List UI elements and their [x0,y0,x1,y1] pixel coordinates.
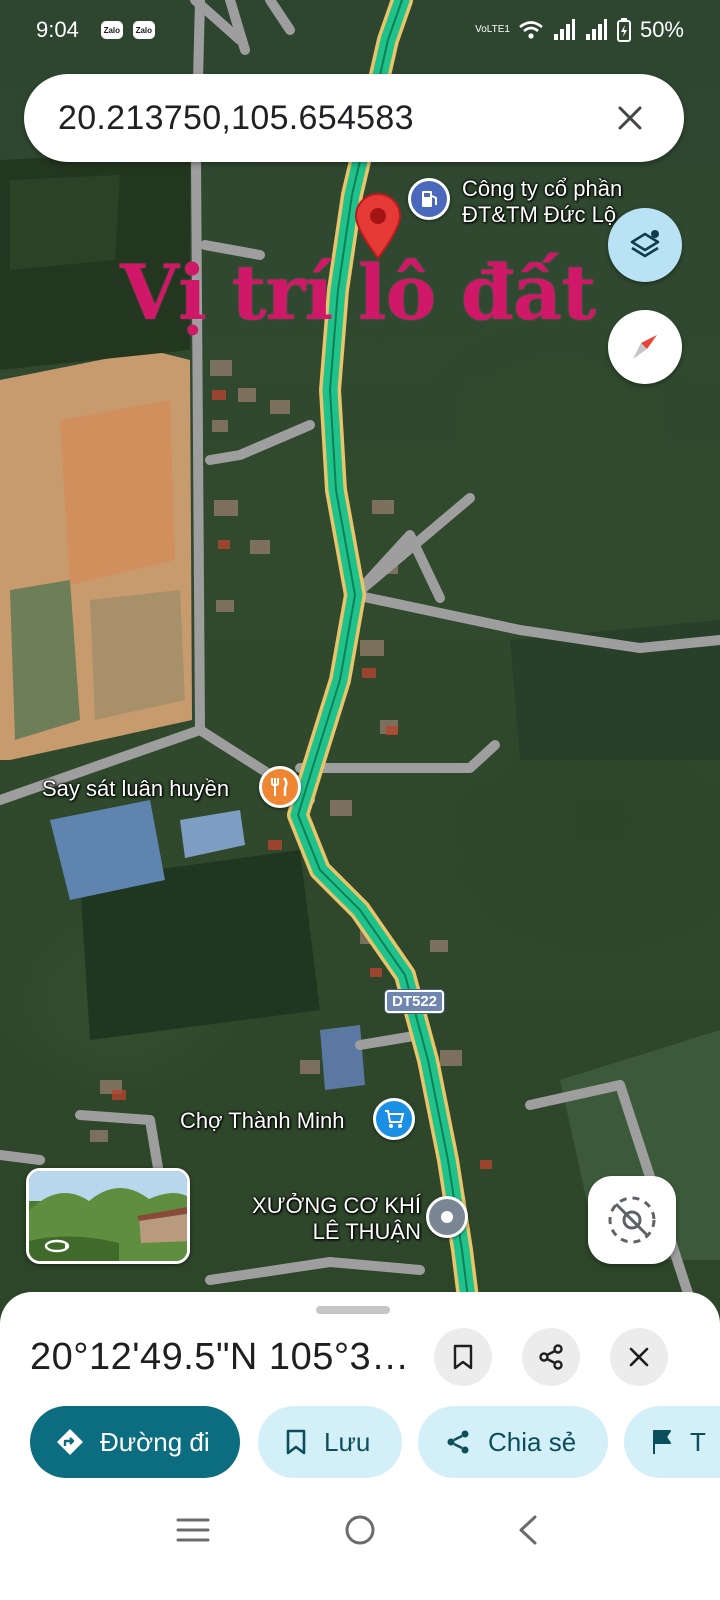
overlay-title-text: Vị trí lô đất [120,248,596,337]
bookmark-icon [453,1344,473,1370]
route-badge: DT522 [385,990,445,1013]
share-button[interactable]: Chia sẻ [418,1406,608,1478]
close-icon[interactable] [610,98,650,138]
street-view-thumbnail[interactable] [26,1168,190,1264]
save-button[interactable]: Lưu [258,1406,402,1478]
flag-icon [650,1428,674,1456]
zalo-notification-icon: Zalo [100,21,123,39]
close-icon [629,1347,649,1367]
maps-screen: Công ty cổ phần ĐT&TM Đức Lộ Vị trí lô đ… [0,0,720,1600]
action-chips: Đường đi Lưu Chia sẻ T [30,1406,720,1480]
layers-button[interactable] [608,208,682,282]
my-location-button[interactable] [588,1176,676,1264]
gas-station-icon[interactable] [408,178,450,220]
back-icon[interactable] [497,1500,557,1560]
bookmark-icon [284,1428,308,1456]
zalo-notification-icon: Zalo [132,21,155,39]
directions-icon [56,1428,84,1456]
restaurant-icon[interactable] [259,766,301,808]
status-time: 9:04 [36,17,79,42]
close-sheet-button[interactable] [610,1328,668,1386]
search-input[interactable]: 20.213750,105.654583 [58,99,610,138]
save-label: Lưu [324,1426,371,1457]
home-icon[interactable] [330,1500,390,1560]
restaurant-label[interactable]: Say sát luân huyền [42,776,229,802]
save-icon-button[interactable] [434,1328,492,1386]
directions-label: Đường đi [100,1426,210,1457]
label-button[interactable]: T [624,1406,720,1478]
compass-icon [633,335,657,359]
search-bar[interactable]: 20.213750,105.654583 [24,74,684,162]
menu-icon[interactable] [163,1500,223,1560]
status-indicators: VoLTE1 50% [475,17,684,43]
satellite-map[interactable]: Công ty cổ phần ĐT&TM Đức Lộ Vị trí lô đ… [0,0,720,1330]
shopping-cart-icon[interactable] [373,1098,415,1140]
battery-icon [616,18,631,42]
rotate-360-icon [44,1239,70,1253]
market-label[interactable]: Chợ Thành Minh [180,1108,344,1134]
share-icon [444,1428,472,1456]
status-bar: 9:04 Zalo Zalo VoLTE1 50% [0,0,720,60]
place-icon[interactable] [426,1196,468,1238]
share-label: Chia sẻ [488,1426,577,1457]
place-title: 20°12'49.5"N 105°39'16.5"E [30,1336,410,1378]
location-off-icon [608,1196,656,1244]
share-icon-button[interactable] [522,1328,580,1386]
signal-icon [585,19,607,40]
system-nav-bar [0,1490,720,1570]
compass-button[interactable] [608,310,682,384]
battery-percent: 50% [639,17,684,42]
wifi-icon [519,21,543,39]
volte-icon: VoLTE1 [475,24,510,35]
label-label: T [690,1426,706,1457]
share-icon [539,1344,563,1370]
signal-icon [553,19,575,40]
directions-button[interactable]: Đường đi [30,1406,240,1478]
drag-handle[interactable] [316,1306,390,1314]
layers-icon [630,230,660,258]
workshop-label[interactable]: XƯỞNG CƠ KHÍ LÊ THUẬN [246,1193,421,1245]
